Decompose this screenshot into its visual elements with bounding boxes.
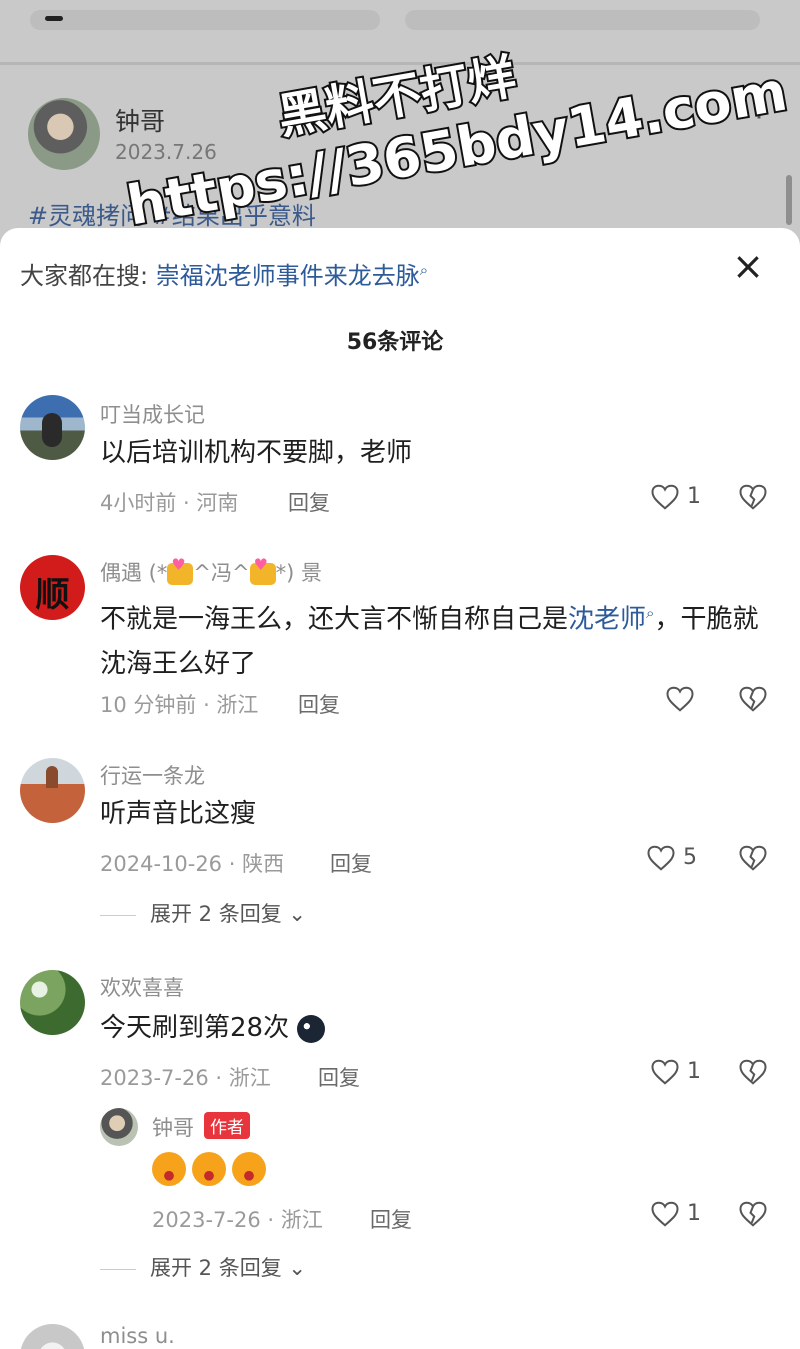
avatar[interactable]: 顺	[20, 555, 85, 620]
divider	[100, 914, 136, 916]
comment-search-link[interactable]: 沈老师	[568, 605, 646, 635]
comment-sheet: 大家都在搜: 崇福沈老师事件来龙去脉⌕ × 56条评论 叮当成长记 以后培训机构…	[0, 228, 800, 1349]
comment-username[interactable]: 偶遇 (* ^冯^ *) 景	[100, 555, 322, 587]
comment-text-body: 今天刷到第28次	[100, 1013, 290, 1043]
broken-heart-icon	[739, 484, 767, 510]
reply-text	[152, 1152, 272, 1186]
angry-emoji	[192, 1152, 226, 1186]
reply-username[interactable]: 钟哥 作者	[152, 1112, 250, 1142]
active-tab-indicator	[45, 16, 63, 21]
trending-search[interactable]: 大家都在搜: 崇福沈老师事件来龙去脉⌕	[20, 256, 428, 291]
like-count: 5	[683, 845, 697, 870]
reply-button[interactable]: 回复	[370, 1204, 412, 1234]
avatar[interactable]	[20, 395, 85, 460]
close-icon[interactable]: ×	[728, 247, 768, 288]
chevron-down-icon: ⌄	[281, 1256, 306, 1280]
comment-username[interactable]: 叮当成长记	[100, 399, 205, 429]
avatar[interactable]	[20, 758, 85, 823]
heart-icon	[651, 1201, 679, 1227]
heart-icon	[651, 1059, 679, 1085]
comment-meta: 2023-7-26 · 浙江	[100, 1066, 271, 1090]
comment-text: 听声音比这瘦	[100, 799, 257, 829]
scrollbar[interactable]	[786, 175, 792, 225]
dislike-button[interactable]	[738, 1200, 768, 1228]
tab-pill-right[interactable]	[405, 10, 760, 30]
like-button[interactable]: 1	[650, 1058, 701, 1086]
top-tab-bar	[0, 0, 800, 40]
tab-pill-left[interactable]	[30, 10, 380, 30]
broken-heart-icon	[739, 1201, 767, 1227]
comment-text-start: 不就是一海王么，还大言不惭自称自己是	[100, 604, 569, 635]
dislike-button[interactable]	[738, 844, 768, 872]
like-button[interactable]: 1	[650, 483, 701, 511]
like-button[interactable]: 1	[650, 1200, 701, 1228]
comment-count: 56条评论	[346, 330, 444, 355]
reply-button[interactable]: 回复	[330, 848, 372, 878]
avatar-glyph: 顺	[35, 575, 70, 615]
comment-meta: 2024-10-26 · 陕西	[100, 852, 285, 876]
search-icon: ⌕	[419, 261, 429, 279]
reply-username-text: 钟哥	[152, 1116, 194, 1140]
username-prefix: 偶遇 (*	[100, 561, 168, 585]
wink-emoji	[297, 1014, 326, 1043]
author-badge: 作者	[204, 1112, 250, 1139]
expand-replies-label: 展开 2 条回复	[150, 1256, 282, 1280]
username-mid: ^冯^	[193, 561, 250, 585]
heart-hands-emoji	[167, 555, 194, 585]
author-name[interactable]: 钟哥	[115, 102, 165, 138]
expand-replies-button[interactable]: 展开 2 条回复 ⌄	[100, 898, 306, 928]
heart-icon	[666, 686, 694, 712]
reply-avatar[interactable]	[100, 1108, 138, 1146]
divider	[100, 1268, 136, 1270]
username-suffix: *) 景	[275, 561, 322, 585]
comment-username[interactable]: 欢欢喜喜	[100, 972, 184, 1002]
like-count: 1	[687, 1201, 701, 1226]
angry-emoji	[232, 1152, 266, 1186]
like-button[interactable]: 5	[646, 844, 697, 872]
broken-heart-icon	[739, 686, 767, 712]
heart-hands-emoji	[249, 555, 276, 585]
broken-heart-icon	[739, 1059, 767, 1085]
heart-icon	[651, 484, 679, 510]
dislike-button[interactable]	[738, 1058, 768, 1086]
avatar[interactable]	[20, 970, 85, 1035]
expand-replies-label: 展开 2 条回复	[150, 902, 282, 926]
comment-meta: 4小时前 · 河南	[100, 491, 239, 515]
broken-heart-icon	[739, 845, 767, 871]
author-avatar[interactable]	[28, 98, 100, 170]
trending-search-label: 大家都在搜:	[20, 262, 149, 290]
chevron-down-icon: ⌄	[281, 902, 306, 926]
like-count: 1	[687, 1059, 701, 1084]
avatar[interactable]	[20, 1324, 85, 1349]
comment-meta: 10 分钟前 · 浙江	[100, 693, 259, 717]
dislike-button[interactable]	[738, 483, 768, 511]
comment-text: 以后培训机构不要脚，老师	[100, 438, 413, 468]
reply-button[interactable]: 回复	[318, 1062, 360, 1092]
comment-text: 不就是一海王么，还大言不惭自称自己是沈老师⌕，干脆就沈海王么好了	[100, 591, 780, 686]
dislike-button[interactable]	[738, 685, 768, 713]
angry-emoji	[152, 1152, 186, 1186]
comment-username[interactable]: 行运一条龙	[100, 760, 205, 790]
heart-icon	[647, 845, 675, 871]
comment-text: 今天刷到第28次	[100, 1006, 780, 1050]
comment-username[interactable]: miss u.	[100, 1324, 175, 1348]
like-count: 1	[687, 484, 701, 509]
trending-search-query[interactable]: 崇福沈老师事件来龙去脉	[156, 262, 420, 290]
reply-button[interactable]: 回复	[298, 689, 340, 719]
reply-meta: 2023-7-26 · 浙江	[152, 1208, 323, 1232]
reply-button[interactable]: 回复	[288, 487, 330, 517]
like-button[interactable]	[665, 685, 695, 713]
expand-replies-button[interactable]: 展开 2 条回复 ⌄	[100, 1252, 306, 1282]
